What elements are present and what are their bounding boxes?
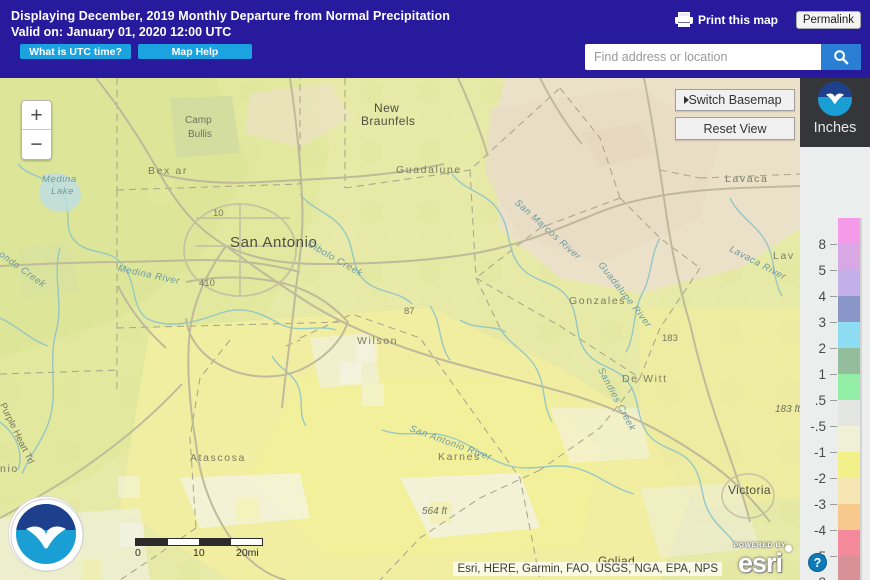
legend-swatch [838, 322, 860, 348]
scale-middle: 10 [193, 547, 205, 559]
legend-tick: -8 [800, 575, 838, 580]
legend-tick: -1 [800, 444, 838, 460]
legend-swatch [838, 374, 860, 400]
legend-tick: 5 [800, 262, 838, 278]
legend-header: Inches [800, 78, 870, 147]
header-bar: Displaying December, 2019 Monthly Depart… [0, 0, 870, 78]
legend-tick-dash [830, 399, 837, 401]
legend-body: 854321.5-.5-1-2-3-4-5-8 [800, 147, 870, 580]
legend-tick: 2 [800, 340, 838, 356]
legend-tick: -3 [800, 496, 838, 512]
printer-icon [674, 12, 693, 27]
legend-tick-dash [830, 451, 837, 453]
precipitation-map-app: Displaying December, 2019 Monthly Depart… [0, 0, 870, 580]
legend-tick: -.5 [800, 418, 838, 434]
legend-swatch [838, 426, 860, 452]
legend-tick-value: -.5 [810, 418, 826, 434]
map-attribution: Esri, HERE, Garmin, FAO, USGS, NGA, EPA,… [453, 562, 722, 576]
legend-tick-value: -8 [814, 575, 826, 580]
legend-panel: Inches 854321.5-.5-1-2-3-4-5-8 ? [800, 78, 870, 580]
legend-swatch [838, 218, 860, 244]
legend-swatch [838, 400, 860, 426]
scale-bar-track [135, 538, 263, 546]
legend-tick: 3 [800, 314, 838, 330]
legend-swatch [838, 296, 860, 322]
scale-end: 20mi [236, 547, 259, 559]
legend-tick-dash [830, 321, 837, 323]
search-icon [834, 50, 849, 65]
legend-tick-value: .5 [814, 392, 826, 408]
reset-view-button[interactable]: Reset View [675, 117, 795, 140]
legend-tick: -4 [800, 522, 838, 538]
legend-tick-dash [830, 425, 837, 427]
map-help-button[interactable]: Map Help [138, 44, 252, 59]
legend-tick-value: 4 [818, 288, 826, 304]
print-label: Print this map [697, 12, 778, 27]
legend-tick-value: 3 [818, 314, 826, 330]
legend-tick: -2 [800, 470, 838, 486]
legend-swatch [838, 504, 860, 530]
legend-tick-value: 8 [818, 236, 826, 252]
legend-swatch [838, 478, 860, 504]
esri-dot-icon [785, 545, 792, 552]
zoom-out-button[interactable]: − [22, 130, 51, 159]
legend-tick-dash [830, 347, 837, 349]
legend-tick-dash [830, 373, 837, 375]
esri-logo: POWERED BY esri [724, 542, 796, 578]
legend-tick-dash [830, 243, 837, 245]
map-canvas[interactable]: San Antonio New Braunfels Victoria Goliad Bex… [0, 78, 800, 580]
permalink-button[interactable]: Permalink [795, 11, 861, 29]
caret-right-icon [684, 96, 689, 104]
legend-tick-value: -4 [813, 522, 826, 538]
legend-swatch [838, 530, 860, 556]
search-bar [585, 44, 861, 70]
zoom-in-button[interactable]: + [22, 101, 51, 130]
legend-tick: 8 [800, 236, 838, 252]
legend-swatch [838, 348, 860, 374]
search-button[interactable] [821, 44, 861, 70]
scale-bar: 0 10 20mi [135, 538, 263, 560]
basemap-imagery [0, 78, 800, 580]
legend-swatch [838, 452, 860, 478]
noaa-logo [8, 496, 84, 572]
switch-basemap-label: Switch Basemap [688, 93, 782, 107]
scale-start: 0 [135, 547, 141, 559]
legend-tick-value: 2 [818, 340, 826, 356]
legend-tick-dash [830, 295, 837, 297]
legend-tick-value: 5 [818, 262, 826, 278]
legend-tick-dash [830, 529, 837, 531]
esri-wordmark: esri [737, 547, 783, 578]
noaa-badge-icon [818, 82, 852, 116]
legend-color-bar [838, 218, 860, 580]
legend-tick-dash [830, 269, 837, 271]
legend-tick-value: -3 [813, 496, 826, 512]
legend-tick-dash [830, 503, 837, 505]
scale-bar-labels: 0 10 20mi [135, 547, 263, 560]
valid-time-text: Valid on: January 01, 2020 12:00 UTC [11, 25, 232, 39]
legend-tick: 1 [800, 366, 838, 382]
search-input[interactable] [585, 44, 821, 70]
switch-basemap-button[interactable]: Switch Basemap [675, 89, 795, 111]
what-is-utc-time-button[interactable]: What is UTC time? [20, 44, 131, 59]
legend-unit-label: Inches [813, 120, 857, 136]
print-this-map-button[interactable]: Print this map [674, 12, 778, 27]
legend-tick-labels: 854321.5-.5-1-2-3-4-5-8 [800, 218, 838, 580]
legend-swatch [838, 270, 860, 296]
legend-tick: 4 [800, 288, 838, 304]
legend-swatch [838, 244, 860, 270]
legend-tick-value: -2 [813, 470, 826, 486]
legend-tick-value: -1 [813, 444, 826, 460]
legend-tick-value: 1 [818, 366, 826, 382]
legend-tick-dash [830, 477, 837, 479]
zoom-control[interactable]: + − [21, 100, 52, 160]
noaa-ring-text [10, 498, 84, 572]
page-title: Displaying December, 2019 Monthly Depart… [11, 9, 450, 23]
legend-swatch [838, 556, 860, 580]
legend-tick-dash [830, 555, 837, 557]
help-button[interactable]: ? [808, 553, 827, 572]
legend-tick: .5 [800, 392, 838, 408]
